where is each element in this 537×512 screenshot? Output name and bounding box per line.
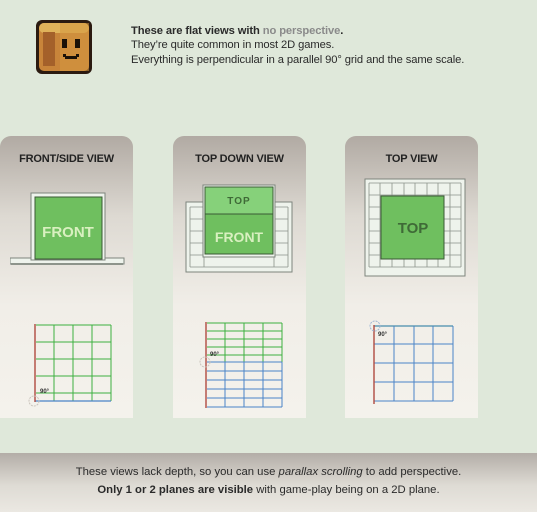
intro-line-3: Everything is perpendicular in a paralle…: [131, 53, 465, 66]
footer-note: These views lack depth, so you can use p…: [0, 453, 537, 512]
front-grid-diagram: 90°: [28, 324, 112, 407]
angle-label: 90°: [378, 332, 388, 338]
angle-label: 90°: [40, 389, 50, 395]
front-block-illustration: FRONT: [10, 192, 125, 265]
top-block-illustration: TOP: [364, 178, 466, 277]
intro-line-2: They’re quite common in most 2D games.: [131, 39, 335, 52]
panel-title: FRONT/SIDE VIEW: [19, 153, 114, 165]
panel-title: TOP DOWN VIEW: [195, 153, 284, 165]
top-down-block-illustration: TOP FRONT: [185, 184, 293, 273]
angle-label: 90°: [210, 352, 220, 358]
top-down-grid-diagram: 90°: [199, 322, 283, 408]
top-label: TOP: [227, 196, 250, 207]
front-label: FRONT: [215, 229, 264, 245]
intro-heading: These are flat views with no perspective…: [131, 25, 344, 37]
panel-top-down-view: TOP DOWN VIEW TOP FRONT 90°: [173, 136, 306, 418]
intro-text: These are flat views with no perspective…: [131, 24, 464, 67]
footer-line-2: Only 1 or 2 planes are visible with game…: [97, 484, 440, 496]
panel-top-view: TOP VIEW TOP 90°: [345, 136, 478, 418]
footer-line-1: These views lack depth, so you can use p…: [75, 466, 462, 478]
front-label: FRONT: [42, 224, 94, 241]
top-grid-diagram: 90°: [369, 320, 454, 404]
top-label: TOP: [398, 220, 429, 237]
mascot-block-icon: [30, 16, 98, 78]
panel-front-side-view: FRONT/SIDE VIEW FRONT 90°: [0, 136, 133, 418]
panel-title: TOP VIEW: [385, 153, 438, 165]
